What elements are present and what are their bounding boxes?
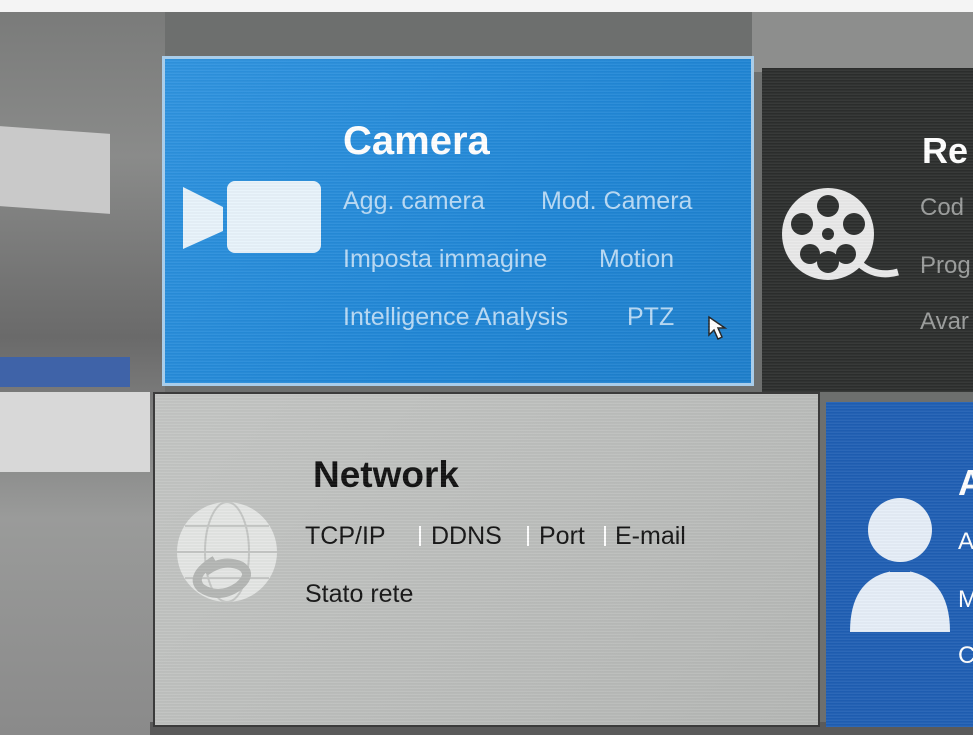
camera-tile[interactable]: Camera Agg. camera Mod. Camera Imposta i… [162, 56, 754, 386]
camera-link-image-settings[interactable]: Imposta immagine [343, 245, 547, 274]
network-link-status[interactable]: Stato rete [305, 580, 413, 609]
record-tile[interactable]: Re Cod Prog Avar [762, 68, 973, 392]
account-link-1[interactable]: A [958, 528, 973, 556]
user-icon [850, 498, 950, 632]
camera-link-add[interactable]: Agg. camera [343, 187, 485, 216]
globe-e-icon [177, 501, 277, 603]
network-title[interactable]: Network [313, 454, 459, 496]
network-link-tcpip[interactable]: TCP/IP [305, 522, 386, 551]
video-camera-icon [183, 181, 321, 253]
account-tile[interactable]: A A M C [826, 402, 973, 727]
network-link-separator [527, 526, 529, 546]
network-tile[interactable]: Network TCP/IP DDNS Port E-mail Stato re… [153, 392, 820, 727]
camera-link-edit[interactable]: Mod. Camera [541, 187, 692, 216]
record-link-2[interactable]: Prog [920, 252, 971, 280]
network-link-ddns[interactable]: DDNS [431, 522, 502, 551]
account-link-2[interactable]: M [958, 586, 973, 614]
camera-link-motion[interactable]: Motion [599, 245, 674, 274]
network-link-port[interactable]: Port [539, 522, 585, 551]
mouse-cursor-icon [708, 315, 728, 341]
background-top [0, 0, 973, 12]
background-object [0, 392, 150, 472]
camera-link-intelligence-analysis[interactable]: Intelligence Analysis [343, 303, 568, 332]
network-link-separator [604, 526, 606, 546]
record-link-3[interactable]: Avar [920, 308, 969, 336]
background-left [0, 12, 165, 735]
account-link-3[interactable]: C [958, 642, 973, 670]
camera-title[interactable]: Camera [343, 119, 490, 164]
film-reel-icon [782, 188, 899, 280]
record-title[interactable]: Re [922, 130, 968, 172]
account-title[interactable]: A [958, 462, 973, 504]
camera-link-ptz[interactable]: PTZ [627, 303, 674, 332]
background-object [0, 126, 110, 214]
background-object [0, 357, 130, 387]
background-top-right [752, 12, 973, 72]
network-link-separator [419, 526, 421, 546]
record-link-1[interactable]: Cod [920, 194, 964, 222]
network-link-email[interactable]: E-mail [615, 522, 686, 551]
